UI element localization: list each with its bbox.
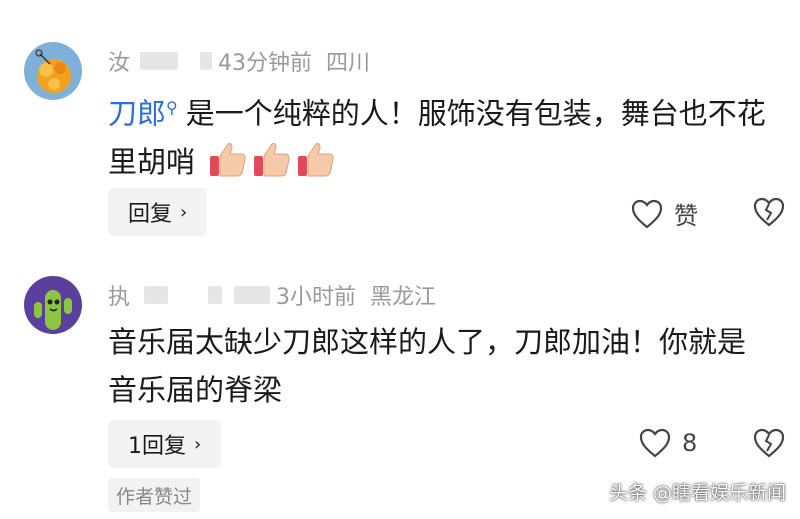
- redacted-username: [140, 52, 179, 70]
- comment-text-body: 是一个纯粹的人！服饰没有包装，舞台也不花里胡哨: [108, 96, 766, 179]
- username[interactable]: 执: [108, 279, 130, 311]
- redacted-username-tail: [200, 52, 213, 70]
- reply-button[interactable]: 1回复 ›: [108, 420, 222, 468]
- comment-location: 黑龙江: [370, 285, 437, 310]
- thumbs-up-icon: [210, 142, 246, 177]
- heart-icon: [639, 428, 671, 458]
- redacted-username: [144, 286, 169, 304]
- redacted-username: [208, 286, 223, 304]
- green-cactus-avatar-icon: [24, 276, 82, 334]
- reply-label: 回复: [128, 202, 173, 227]
- user-avatar[interactable]: [24, 42, 82, 100]
- watermark: 头条 @瞎看娱乐新闻: [608, 482, 786, 504]
- mention-link[interactable]: 刀郎: [108, 97, 166, 131]
- chevron-right-icon: ›: [194, 433, 202, 455]
- comment-meta: 汝 43分钟前 四川: [108, 46, 370, 76]
- comment-location: 四川: [326, 51, 371, 76]
- comment-meta: 执 3小时前 黑龙江: [108, 280, 436, 310]
- broken-heart-icon[interactable]: [752, 196, 786, 228]
- heart-icon: [631, 199, 663, 228]
- like-label: 赞: [674, 202, 698, 230]
- broken-heart-icon[interactable]: [752, 427, 786, 459]
- thumbs-up-icon: [254, 142, 290, 177]
- like-button[interactable]: 赞: [630, 196, 698, 231]
- search-icon: ⚲: [166, 98, 178, 117]
- reply-button[interactable]: 回复 ›: [108, 188, 208, 236]
- chevron-right-icon: ›: [180, 201, 188, 223]
- username[interactable]: 汝: [108, 45, 130, 77]
- comment-text: 刀郎⚲ 是一个纯粹的人！服饰没有包装，舞台也不花里胡哨: [108, 84, 768, 186]
- like-count: 8: [682, 429, 698, 457]
- comment-time: 43分钟前: [218, 51, 313, 76]
- orange-flower-avatar-icon: [24, 42, 82, 100]
- redacted-username-tail: [234, 286, 271, 304]
- comment-text: 音乐届太缺少刀郎这样的人了，刀郎加油！你就是音乐届的脊梁: [108, 325, 747, 407]
- like-button[interactable]: 8: [638, 427, 697, 459]
- author-liked-badge: 作者赞过: [108, 478, 201, 512]
- reply-label: 1回复: [128, 434, 186, 459]
- thumbs-up-icon: [298, 142, 334, 177]
- user-avatar[interactable]: [24, 276, 82, 334]
- comment-time: 3小时前: [276, 285, 357, 310]
